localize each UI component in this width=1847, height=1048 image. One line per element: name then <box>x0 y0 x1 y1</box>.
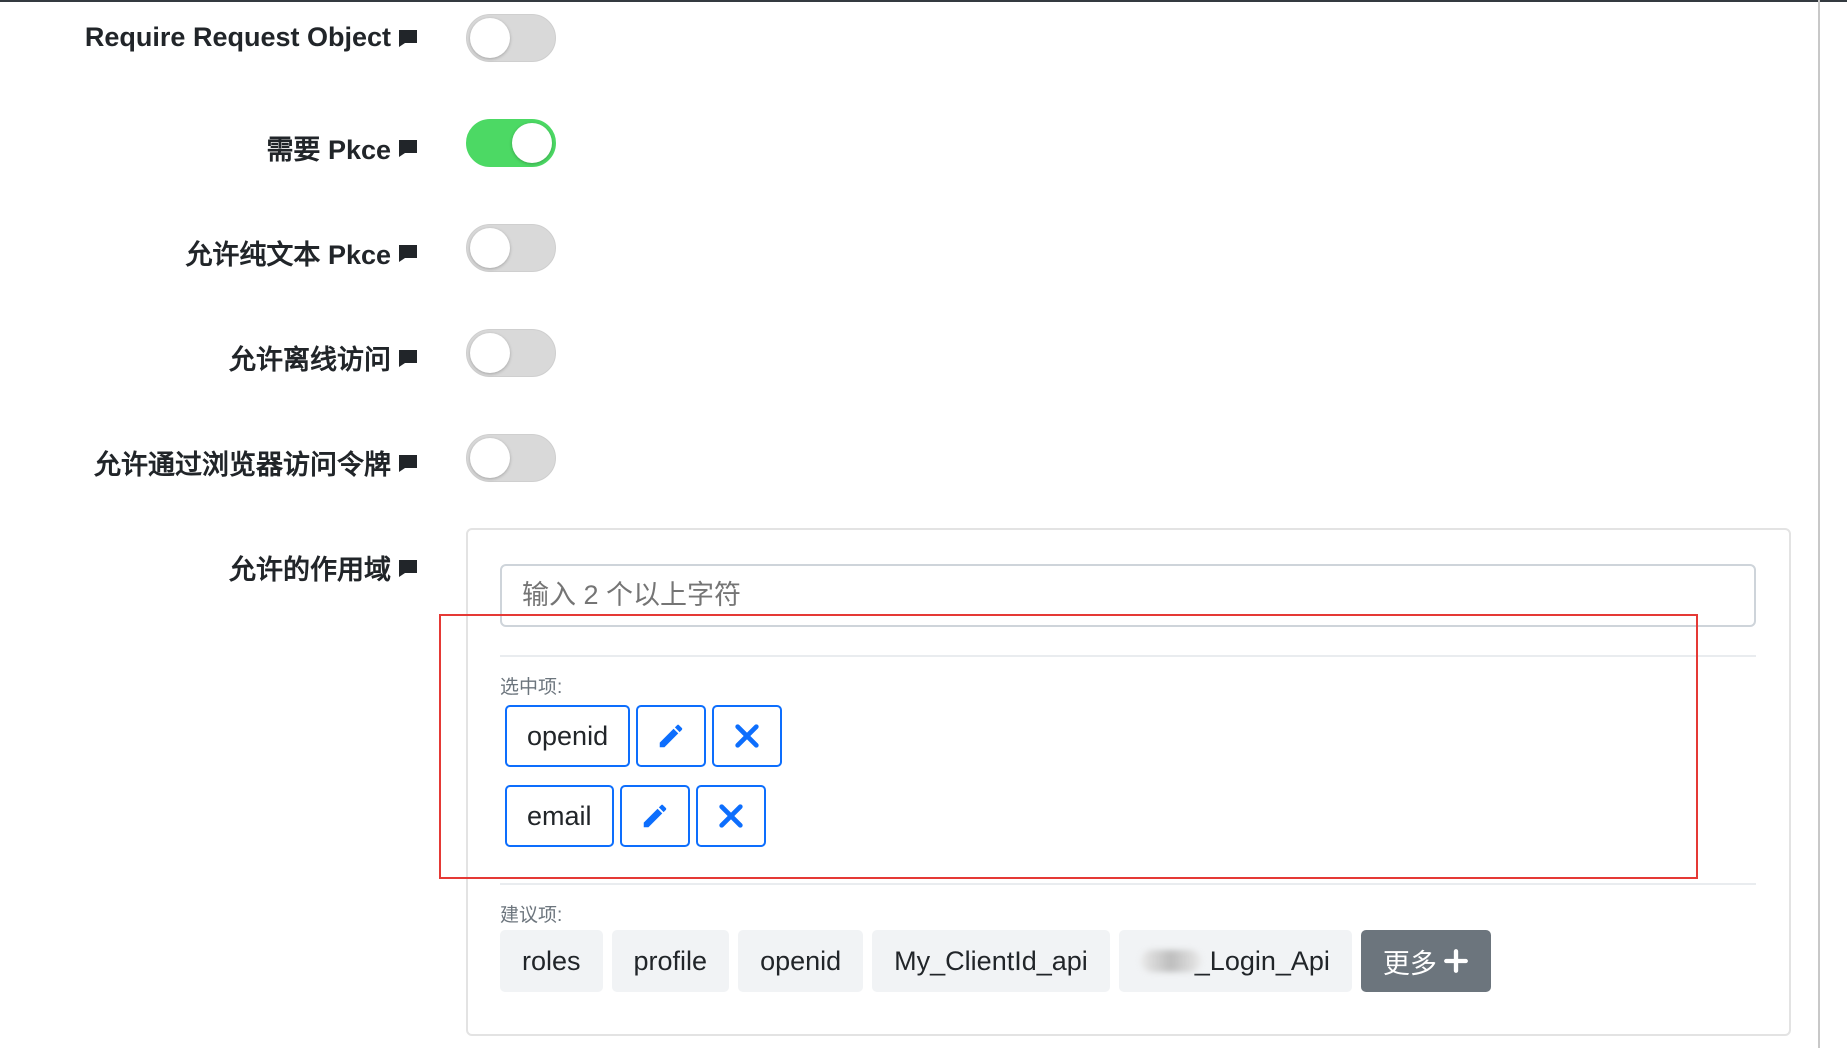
switch-knob <box>470 438 510 478</box>
switch-knob <box>470 333 510 373</box>
suggested-tag[interactable]: openid <box>738 930 864 992</box>
comment-icon[interactable] <box>397 452 419 474</box>
require-request-object-switch[interactable] <box>466 14 556 62</box>
suggested-tag[interactable]: _Login_Api <box>1118 930 1352 992</box>
switch-knob <box>470 18 510 58</box>
allow-plain-text-pkce-label: 允许纯文本 Pkce <box>185 233 419 272</box>
allow-browser-token-label: 允许通过浏览器访问令牌 <box>94 443 419 482</box>
more-button[interactable]: 更多 <box>1360 930 1491 992</box>
scrollbar-edge <box>1818 0 1820 1048</box>
allow-offline-access-switch[interactable] <box>466 329 556 377</box>
suggested-title: 建议项: <box>500 905 563 926</box>
more-button-label: 更多 <box>1382 948 1437 979</box>
divider <box>500 883 1756 885</box>
suggested-list: roles profile openid My_ClientId_api _Lo… <box>500 930 1491 992</box>
top-border <box>0 0 1847 2</box>
comment-icon[interactable] <box>397 242 419 264</box>
comment-icon[interactable] <box>397 557 419 579</box>
setting-label: 需要 Pkce <box>266 135 391 165</box>
setting-label: 允许纯文本 Pkce <box>185 240 391 270</box>
suggested-tag[interactable]: My_ClientId_api <box>872 930 1110 992</box>
redacted-text <box>1140 950 1201 972</box>
require-request-object-label: Require Request Object <box>85 22 419 53</box>
allow-browser-token-switch[interactable] <box>466 434 556 482</box>
suggested-tag[interactable]: roles <box>500 930 603 992</box>
plus-icon <box>1443 949 1468 973</box>
allow-plain-text-pkce-switch[interactable] <box>466 224 556 272</box>
highlight-annotation-box <box>439 614 1698 879</box>
switch-knob <box>512 123 552 163</box>
allowed-scopes-label: 允许的作用域 <box>229 548 419 587</box>
comment-icon[interactable] <box>397 27 419 49</box>
require-pkce-switch[interactable] <box>466 119 556 167</box>
allow-offline-access-label: 允许离线访问 <box>229 338 419 377</box>
suggested-tag[interactable]: profile <box>611 930 730 992</box>
setting-label: 允许通过浏览器访问令牌 <box>94 450 391 480</box>
setting-label: 允许离线访问 <box>229 345 391 375</box>
setting-label: 允许的作用域 <box>229 555 391 585</box>
comment-icon[interactable] <box>397 347 419 369</box>
setting-label: Require Request Object <box>84 22 391 52</box>
require-pkce-label: 需要 Pkce <box>266 128 419 167</box>
comment-icon[interactable] <box>397 137 419 159</box>
suggested-tag-text: _Login_Api <box>1194 945 1330 976</box>
switch-knob <box>470 228 510 268</box>
